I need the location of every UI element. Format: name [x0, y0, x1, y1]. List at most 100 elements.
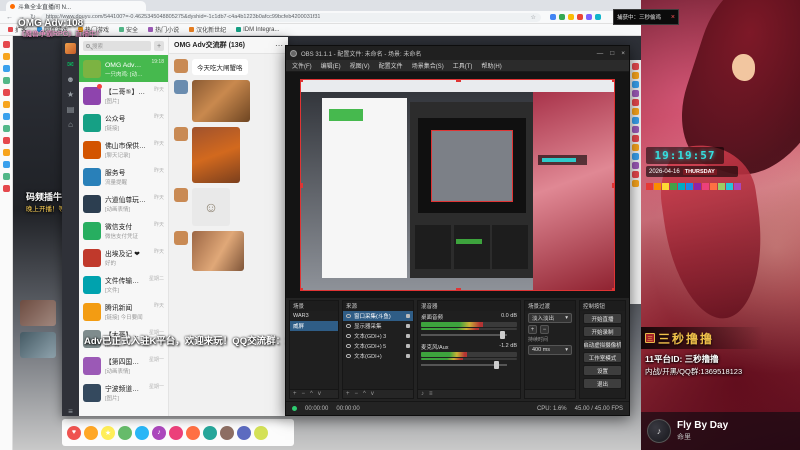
remove-icon[interactable]: − — [302, 391, 306, 397]
gift-icon[interactable] — [203, 425, 217, 440]
extension-icon[interactable] — [558, 14, 565, 20]
extension-icon[interactable] — [549, 14, 556, 20]
list-item[interactable]: 【第四国际全员群】 [动画表情] 星期一 — [79, 352, 168, 379]
resize-handle[interactable] — [455, 79, 461, 82]
sidebar-icon[interactable] — [2, 125, 10, 132]
gift-icon[interactable] — [135, 425, 149, 440]
menu-scene-collection[interactable]: 场景集合(S) — [412, 61, 444, 70]
emote-icon[interactable] — [631, 81, 639, 88]
remove-transition-button[interactable]: − — [540, 325, 549, 334]
menu-file[interactable]: 文件(F) — [292, 61, 312, 70]
sidebar-icon[interactable] — [2, 185, 10, 192]
emote-icon[interactable] — [631, 117, 639, 124]
minimize-icon[interactable]: — — [597, 50, 604, 57]
capture-indicator-window[interactable]: 捕获中：三秒偷鸡 × — [613, 9, 679, 25]
emote-icon[interactable] — [631, 162, 639, 169]
visibility-icon[interactable] — [346, 314, 351, 318]
sidebar-icon[interactable] — [2, 173, 10, 180]
bookmark-item[interactable]: 安全 — [119, 25, 138, 34]
exit-button[interactable]: 退出 — [583, 378, 622, 389]
add-icon[interactable]: + — [346, 391, 350, 397]
chats-icon[interactable]: ✉ — [67, 61, 74, 69]
source-item[interactable]: 窗口采集(斗鱼) — [343, 311, 413, 321]
gift-icon[interactable] — [169, 425, 183, 440]
start-recording-button[interactable]: 开始录制 — [583, 326, 622, 337]
volume-slider[interactable] — [421, 361, 517, 369]
files-icon[interactable]: ▤ — [67, 106, 75, 114]
menu-view[interactable]: 视图(V) — [350, 61, 370, 70]
gift-icon[interactable] — [220, 425, 234, 440]
list-item[interactable]: 腾讯新闻 [链接] 今日要闻 昨天 — [79, 298, 168, 325]
moments-icon[interactable]: ⌂ — [68, 121, 73, 129]
source-item[interactable]: 文本(GDI+) 5 — [343, 341, 413, 351]
add-transition-button[interactable]: + — [528, 325, 537, 334]
visibility-icon[interactable] — [346, 334, 351, 338]
close-icon[interactable]: × — [671, 14, 675, 21]
emote-icon[interactable] — [631, 171, 639, 178]
message-image[interactable] — [192, 231, 244, 271]
resize-handle[interactable] — [455, 288, 461, 291]
virtual-camera-button[interactable]: 启动虚拟摄像机 — [583, 339, 622, 350]
emote-icon[interactable] — [631, 153, 639, 160]
list-item[interactable]: 公众号 [链接] 昨天 — [79, 109, 168, 136]
url-field[interactable]: https://www.douyu.com/544100?=-0.4625345… — [40, 12, 541, 22]
bookmark-star-icon[interactable]: ☆ — [530, 14, 535, 21]
sidebar-icon[interactable] — [2, 41, 10, 48]
sidebar-icon[interactable] — [2, 137, 10, 144]
list-item[interactable]: 微信支付 微信支付凭证 昨天 — [79, 217, 168, 244]
transition-select[interactable]: 淡入淡出 ▾ — [528, 313, 572, 323]
obs-titlebar[interactable]: OBS 31.1.1 - 配置文件: 未命名 - 场景: 未命名 — □ × — [286, 46, 629, 60]
emote-icon[interactable] — [631, 135, 639, 142]
emote-icon[interactable] — [631, 72, 639, 79]
gift-icon[interactable] — [254, 425, 268, 440]
scene-item[interactable]: 威屏 — [290, 321, 338, 331]
extension-icon[interactable] — [594, 14, 601, 20]
extension-icons[interactable] — [549, 14, 601, 20]
visibility-icon[interactable] — [346, 344, 351, 348]
emote-icon[interactable] — [631, 144, 639, 151]
lock-icon[interactable] — [406, 334, 410, 338]
more-icon[interactable]: ⋯ — [275, 41, 283, 50]
emote-icon[interactable] — [631, 99, 639, 106]
menu-help[interactable]: 帮助(H) — [481, 61, 501, 70]
gift-icon[interactable] — [118, 425, 132, 440]
resize-handle[interactable] — [300, 79, 303, 82]
resize-handle[interactable] — [300, 183, 303, 188]
list-item[interactable]: 宁波频道直播群 [图片] 星期一 — [79, 379, 168, 406]
obs-preview[interactable] — [286, 72, 629, 298]
start-streaming-button[interactable]: 开始直播 — [583, 313, 622, 324]
list-item[interactable]: 出埃及记 ❤ 好的 昨天 — [79, 244, 168, 271]
sidebar-icon[interactable] — [2, 53, 10, 60]
bookmark-item[interactable]: 热门小说 — [148, 25, 179, 34]
sidebar-icon[interactable] — [2, 89, 10, 96]
add-chat-button[interactable]: + — [154, 41, 164, 51]
emote-icon[interactable] — [631, 90, 639, 97]
menu-profile[interactable]: 配置文件 — [379, 61, 403, 70]
lock-icon[interactable] — [406, 324, 410, 328]
list-item[interactable]: 【二哥⑤】影视交流群 [图片] 昨天 — [79, 82, 168, 109]
scene-item[interactable]: WAR3 — [290, 311, 338, 321]
gift-icon[interactable]: ♥ — [67, 425, 81, 440]
close-icon[interactable]: × — [621, 50, 625, 57]
list-item[interactable]: 佛山市保供采购群 [聊天记录] 昨天 — [79, 136, 168, 163]
source-item[interactable]: 文本(GDI+) — [343, 351, 413, 361]
list-item[interactable]: OMG Adv交流群一只肉鸡: [动画表情] 19:18 — [79, 55, 168, 82]
resize-handle[interactable] — [612, 288, 615, 291]
gift-icon[interactable]: ★ — [101, 425, 115, 440]
lock-icon[interactable] — [406, 354, 410, 358]
emote-icon[interactable] — [631, 180, 639, 187]
message-sticker[interactable]: ☺ — [192, 188, 230, 226]
emote-icon[interactable] — [631, 63, 639, 70]
extension-icon[interactable] — [585, 14, 592, 20]
gift-icon[interactable] — [237, 425, 251, 440]
lock-icon[interactable] — [406, 314, 410, 318]
move-up-icon[interactable]: ^ — [310, 391, 313, 397]
menu-edit[interactable]: 编辑(E) — [321, 61, 341, 70]
settings-icon[interactable]: ≡ — [429, 391, 433, 397]
move-down-icon[interactable]: v — [318, 391, 321, 397]
source-item[interactable]: 显示器采集 — [343, 321, 413, 331]
source-item[interactable]: 文本(GDI+) 3 — [343, 331, 413, 341]
resize-handle[interactable] — [612, 183, 615, 188]
list-item[interactable]: 六道仙尊玩黑猫警长 [动画表情] 昨天 — [79, 190, 168, 217]
sidebar-icon[interactable] — [2, 101, 10, 108]
